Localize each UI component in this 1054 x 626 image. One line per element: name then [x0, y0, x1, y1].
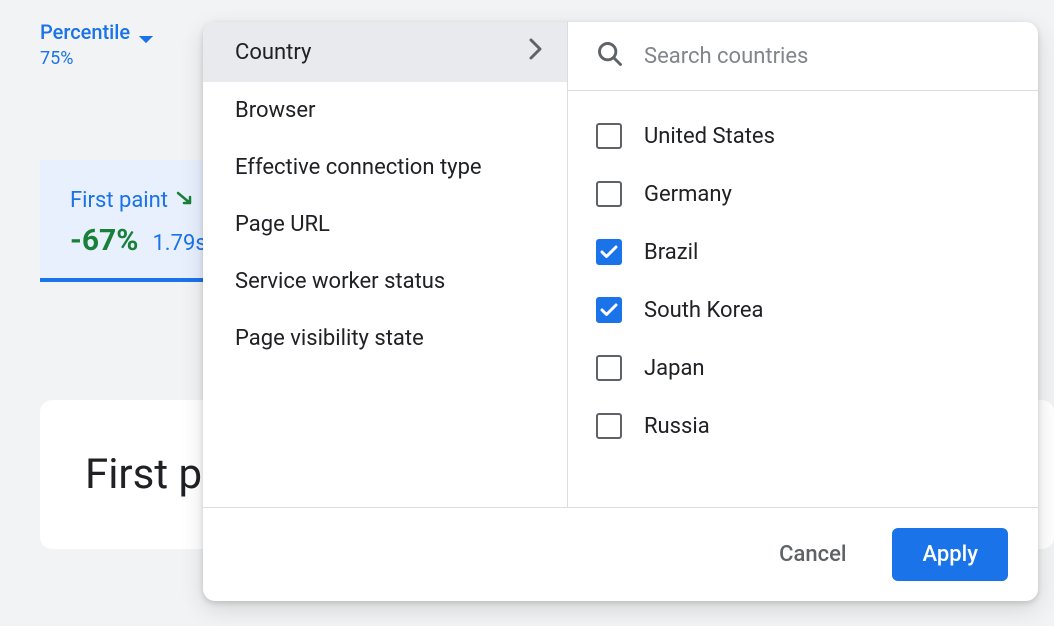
percentile-selector[interactable]: Percentile 75%	[40, 20, 154, 69]
category-label: Service worker status	[235, 269, 445, 294]
filter-popover: Country Browser Effective connection type P…	[203, 22, 1038, 601]
panel-title-left: First p	[85, 450, 202, 499]
percentile-label: Percentile	[40, 20, 130, 44]
filter-category-item[interactable]: Page URL	[203, 196, 567, 253]
checkbox[interactable]	[596, 123, 622, 149]
option-label: United States	[644, 124, 775, 149]
category-label: Page URL	[235, 212, 330, 237]
metric-time: 1.79s	[152, 231, 206, 256]
filter-footer: Cancel Apply	[203, 507, 1038, 601]
option-label: Brazil	[644, 240, 698, 265]
option-item[interactable]: South Korea	[568, 281, 1038, 339]
filter-category-item[interactable]: Browser	[203, 82, 567, 139]
option-label: Russia	[644, 414, 710, 439]
category-label: Country	[235, 40, 311, 65]
option-label: South Korea	[644, 298, 763, 323]
metric-percent: -67%	[70, 223, 138, 258]
filter-category-item[interactable]: Effective connection type	[203, 139, 567, 196]
filter-category-item[interactable]: Country	[203, 22, 567, 82]
option-item[interactable]: Japan	[568, 339, 1038, 397]
chevron-right-icon	[529, 38, 543, 66]
dropdown-arrow-icon	[138, 26, 154, 50]
filter-values-panel: United States Germany Brazil South Korea Jap…	[568, 22, 1038, 507]
option-label: Germany	[644, 182, 732, 207]
option-item[interactable]: Russia	[568, 397, 1038, 455]
search-bar	[568, 22, 1038, 91]
checkbox[interactable]	[596, 297, 622, 323]
option-item[interactable]: Germany	[568, 165, 1038, 223]
checkbox[interactable]	[596, 239, 622, 265]
option-item[interactable]: Brazil	[568, 223, 1038, 281]
filter-category-item[interactable]: Service worker status	[203, 253, 567, 310]
search-input[interactable]	[644, 44, 1010, 69]
trend-down-icon	[176, 188, 194, 213]
checkbox[interactable]	[596, 181, 622, 207]
category-label: Browser	[235, 98, 316, 123]
filter-category-list: Country Browser Effective connection type P…	[203, 22, 568, 507]
checkbox[interactable]	[596, 413, 622, 439]
metric-title: First paint	[70, 188, 168, 213]
checkbox[interactable]	[596, 355, 622, 381]
options-list: United States Germany Brazil South Korea Jap…	[568, 91, 1038, 507]
cancel-button[interactable]: Cancel	[763, 530, 862, 579]
category-label: Effective connection type	[235, 155, 482, 180]
percentile-value: 75%	[40, 48, 130, 69]
category-label: Page visibility state	[235, 326, 424, 351]
option-label: Japan	[644, 356, 705, 381]
option-item[interactable]: United States	[568, 107, 1038, 165]
filter-category-item[interactable]: Page visibility state	[203, 310, 567, 367]
search-icon	[596, 40, 624, 72]
apply-button[interactable]: Apply	[892, 528, 1008, 581]
